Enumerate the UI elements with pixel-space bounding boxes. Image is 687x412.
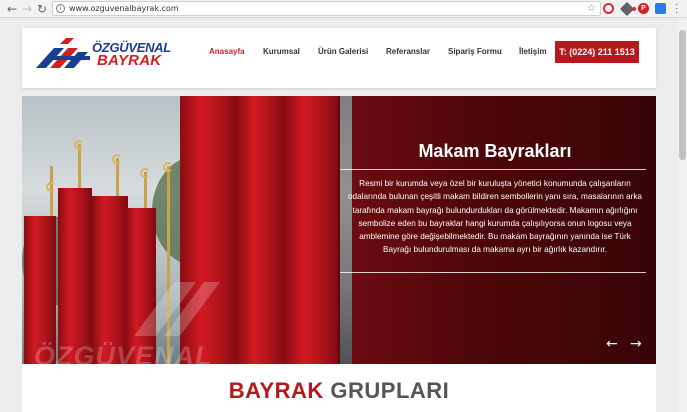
section-title-part2: GRUPLARI — [330, 378, 450, 403]
hero-slider: ÖZGÜVENAL Makam Bayrakları Resmi bir kur… — [22, 96, 656, 364]
arrow-left-icon[interactable]: ← — [606, 336, 618, 352]
nav-kurumsal[interactable]: Kurumsal — [263, 47, 300, 56]
nav-referanslar[interactable]: Referanslar — [386, 47, 430, 56]
logo-text-bayrak: BAYRAK — [97, 52, 162, 69]
site-header: ÖZGÜVENAL BAYRAK Anasayfa Kurumsal Ürün … — [22, 28, 656, 88]
hero-description: Resmi bir kurumda veya özel bir kuruluşt… — [348, 179, 642, 255]
opera-extension-icon[interactable] — [603, 3, 614, 14]
logo-mark-icon — [36, 38, 90, 68]
watermark-logo-icon — [134, 282, 220, 336]
pinterest-extension-icon[interactable]: P — [638, 3, 649, 14]
pen-extension-icon[interactable] — [619, 1, 635, 17]
section-title: BAYRAK GRUPLARI — [0, 378, 678, 404]
back-icon[interactable]: ← — [5, 2, 19, 16]
browser-toolbar: ← → ↻ i www.ozguvenalbayrak.com ☆ P · · · — [0, 0, 687, 18]
hero-divider-bottom — [340, 272, 646, 273]
scrollbar-thumb[interactable] — [679, 30, 686, 160]
site-info-icon[interactable]: i — [56, 4, 65, 13]
section-title-part1: BAYRAK — [228, 378, 324, 403]
address-bar[interactable]: i www.ozguvenalbayrak.com ☆ — [52, 1, 601, 16]
browser-menu-icon[interactable]: · · · — [675, 0, 678, 18]
nav-urun-galerisi[interactable]: Ürün Galerisi — [318, 47, 368, 56]
url-text[interactable]: www.ozguvenalbayrak.com — [69, 3, 179, 15]
nav-siparis-formu[interactable]: Sipariş Formu — [448, 47, 502, 56]
page-scrollbar[interactable] — [678, 18, 687, 412]
mail-extension-icon[interactable] — [655, 3, 666, 14]
reload-icon[interactable]: ↻ — [35, 2, 49, 16]
bookmark-star-icon[interactable]: ☆ — [587, 2, 596, 15]
hero-watermark: ÖZGÜVENAL — [34, 341, 213, 364]
hero-divider-top — [340, 169, 646, 170]
forward-icon[interactable]: → — [20, 2, 34, 16]
nav-anasayfa[interactable]: Anasayfa — [209, 47, 245, 56]
hero-title: Makam Bayrakları — [418, 141, 572, 161]
nav-iletisim[interactable]: İletişim — [519, 47, 547, 56]
phone-button[interactable]: T: (0224) 211 1513 — [555, 41, 639, 63]
arrow-right-icon[interactable]: → — [630, 336, 642, 352]
site-logo[interactable]: ÖZGÜVENAL BAYRAK — [34, 38, 174, 70]
